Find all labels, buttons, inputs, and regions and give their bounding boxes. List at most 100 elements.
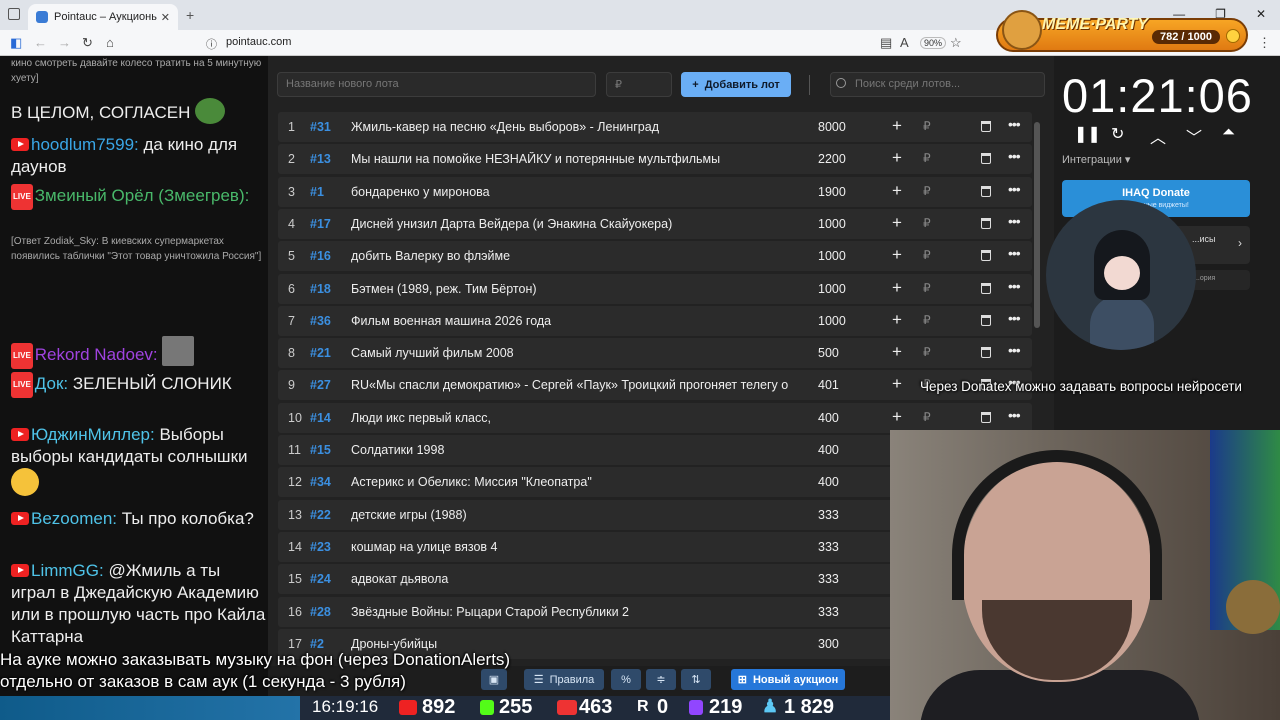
split-button[interactable]: ≑: [646, 669, 676, 690]
add-amount-icon[interactable]: +: [892, 310, 902, 330]
forward-icon[interactable]: →: [58, 35, 71, 50]
translate-icon[interactable]: A: [900, 35, 909, 50]
delete-icon[interactable]: [981, 185, 991, 197]
currency-icon[interactable]: ₽: [923, 119, 931, 133]
bookmark-icon[interactable]: ☆: [950, 35, 962, 51]
chevron-up-icon[interactable]: ︿: [1150, 124, 1166, 148]
reset-icon[interactable]: ↻: [1111, 124, 1124, 144]
currency-icon[interactable]: ₽: [923, 313, 931, 327]
add-lot-label: Добавить лот: [704, 78, 780, 91]
lot-rank: 14: [288, 539, 302, 554]
meme-party-counter: 782 / 1000: [1152, 30, 1220, 44]
add-amount-icon[interactable]: +: [892, 213, 902, 233]
delete-icon[interactable]: [981, 314, 991, 326]
delete-icon[interactable]: [981, 282, 991, 294]
lot-amount: 1000: [818, 216, 846, 231]
delete-icon[interactable]: [981, 121, 991, 132]
close-window-icon[interactable]: ✕: [1256, 7, 1266, 21]
stats-accent: [0, 696, 300, 720]
rules-button[interactable]: ☰ Правила: [524, 669, 604, 690]
double-chevron-up-icon[interactable]: ⏶: [1222, 124, 1235, 142]
chevron-down-icon[interactable]: ﹀: [1186, 124, 1202, 148]
lot-id: #17: [310, 216, 331, 231]
lot-row[interactable]: 4 #17 Дисней унизил Дарта Вейдера (и Энаки…: [278, 208, 1032, 239]
lot-row[interactable]: 9 #27 RU«Мы спасли демократию» - Сергей «П…: [278, 370, 1032, 401]
lot-row[interactable]: 10 #14 Люди икс первый класс, 400 + ₽ •••: [278, 402, 1032, 433]
currency-icon[interactable]: ₽: [923, 151, 931, 165]
address-bar[interactable]: pointauc.com: [226, 36, 291, 48]
lot-row[interactable]: 5 #16 добить Валерку во флэйме 1000 + ₽ •••: [278, 241, 1032, 272]
currency-icon[interactable]: ₽: [923, 216, 931, 230]
more-icon[interactable]: •••: [1008, 342, 1021, 358]
browser-tab[interactable]: Pointauc – Аукционы, лотерея ✕: [28, 4, 178, 30]
menu-icon[interactable]: ⋮: [1258, 35, 1271, 51]
lot-row[interactable]: 6 #18 Бэтмен (1989, реж. Тим Бёртон) 1000 + ₽…: [278, 273, 1032, 304]
more-icon[interactable]: •••: [1008, 213, 1021, 229]
lot-row[interactable]: 3 #1 бондаренко у миронова 1900 + ₽ •••: [278, 176, 1032, 207]
more-icon[interactable]: •••: [1008, 245, 1021, 261]
currency-icon[interactable]: ₽: [923, 410, 931, 424]
new-tab-icon[interactable]: +: [186, 7, 194, 23]
chat-username: ЮджинМиллер:: [31, 425, 155, 444]
lot-row[interactable]: 2 #13 Мы нашли на помойке НЕЗНАЙКУ и потер…: [278, 144, 1032, 175]
save-button[interactable]: ▣: [481, 669, 507, 690]
youtube-icon: [399, 700, 417, 715]
integration-card-label: ...исы: [1192, 234, 1216, 244]
lot-row[interactable]: 7 #36 Фильм военная машина 2026 года 1000 + ₽…: [278, 305, 1032, 336]
delete-icon[interactable]: [981, 250, 991, 262]
delete-icon[interactable]: [981, 411, 991, 423]
more-icon[interactable]: •••: [1008, 116, 1021, 132]
zoom-level[interactable]: 90%: [920, 37, 947, 49]
sort-button[interactable]: ⇅: [681, 669, 711, 690]
pause-icon[interactable]: ❚❚: [1074, 124, 1101, 144]
add-amount-icon[interactable]: +: [892, 148, 902, 168]
twitch-viewers: 219: [709, 696, 743, 718]
lot-name: Дисней унизил Дарта Вейдера (и Энакина С…: [351, 216, 673, 231]
chat-message: ЮджинМиллер: Выборы выборы кандидаты сол…: [11, 424, 267, 496]
delete-icon[interactable]: [981, 153, 991, 165]
add-amount-icon[interactable]: +: [892, 181, 902, 201]
lot-amount: 333: [818, 507, 839, 522]
lot-rank: 6: [288, 281, 295, 296]
delete-icon[interactable]: [981, 217, 991, 229]
close-tab-icon[interactable]: ✕: [161, 11, 170, 24]
youtube-icon: [11, 428, 29, 441]
currency-icon[interactable]: ₽: [923, 345, 931, 359]
add-amount-icon[interactable]: +: [892, 407, 902, 427]
new-lot-amount-input[interactable]: ₽: [606, 72, 672, 97]
add-amount-icon[interactable]: +: [892, 278, 902, 298]
integrations-dropdown[interactable]: Интеграции ▾: [1062, 153, 1130, 166]
more-icon[interactable]: •••: [1008, 148, 1021, 164]
currency-icon[interactable]: ₽: [923, 248, 931, 262]
new-lot-name-input[interactable]: Название нового лота: [277, 72, 596, 97]
lot-rank: 5: [288, 249, 295, 264]
add-amount-icon[interactable]: +: [892, 342, 902, 362]
reload-icon[interactable]: ↻: [82, 35, 93, 51]
lot-row[interactable]: 1 #31 Жмиль-кавер на песню «День выборов» …: [278, 112, 1032, 142]
back-icon[interactable]: ←: [34, 35, 47, 50]
more-icon[interactable]: •••: [1008, 407, 1021, 423]
sidebar-icon[interactable]: ◧: [10, 35, 22, 51]
currency-icon[interactable]: ₽: [923, 184, 931, 198]
lot-id: #2: [310, 636, 324, 651]
site-info-icon[interactable]: ⓘ: [206, 36, 217, 52]
more-icon[interactable]: •••: [1008, 310, 1021, 326]
new-auction-label: Новый аукцион: [752, 673, 839, 686]
add-lot-button[interactable]: + Добавить лот: [681, 72, 791, 97]
delete-icon[interactable]: [981, 347, 991, 359]
percent-button[interactable]: %: [611, 669, 641, 690]
home-icon[interactable]: ⌂: [106, 35, 114, 50]
lot-amount: 401: [818, 378, 839, 393]
reader-icon[interactable]: ▤: [880, 35, 892, 51]
new-auction-button[interactable]: ⊞ Новый аукцион: [731, 669, 845, 690]
more-icon[interactable]: •••: [1008, 278, 1021, 294]
more-icon[interactable]: •••: [1008, 181, 1021, 197]
add-amount-icon[interactable]: +: [892, 116, 902, 136]
lots-scrollbar[interactable]: [1034, 122, 1040, 328]
currency-icon[interactable]: ₽: [923, 281, 931, 295]
add-amount-icon[interactable]: +: [892, 245, 902, 265]
search-lots-input[interactable]: Поиск среди лотов...: [830, 72, 1045, 97]
tab-list-icon[interactable]: [8, 8, 20, 20]
add-amount-icon[interactable]: +: [892, 374, 902, 394]
lot-row[interactable]: 8 #21 Самый лучший фильм 2008 500 + ₽ •••: [278, 338, 1032, 369]
